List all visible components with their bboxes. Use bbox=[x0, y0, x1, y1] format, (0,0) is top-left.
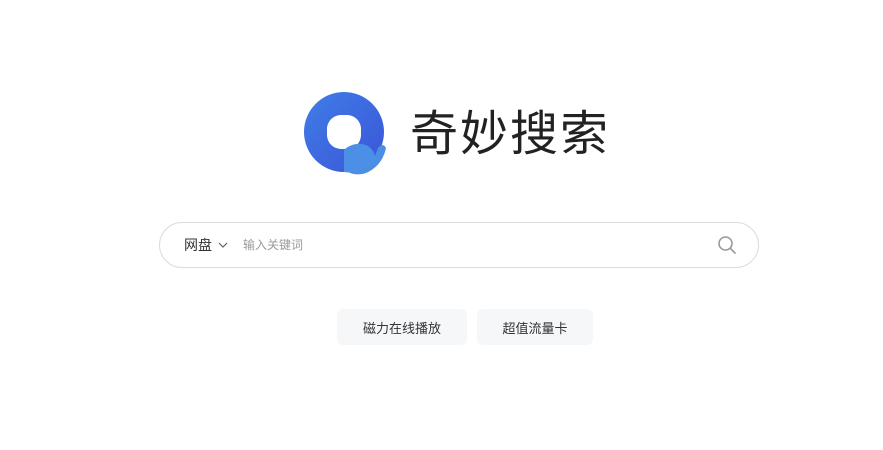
logo: 奇妙搜索 bbox=[304, 92, 610, 176]
site-title: 奇妙搜索 bbox=[410, 106, 611, 162]
search-button[interactable] bbox=[716, 234, 738, 256]
q-logo-icon bbox=[304, 92, 386, 175]
quick-links: 磁力在线播放 超值流量卡 bbox=[337, 309, 593, 345]
search-bar: 网盘 bbox=[159, 222, 759, 268]
page: 奇妙搜索 网盘 磁力在线播放 超值流量卡 bbox=[0, 0, 883, 450]
quick-link-magnet-play[interactable]: 磁力在线播放 bbox=[337, 309, 467, 345]
search-icon bbox=[718, 236, 736, 254]
search-scope-dropdown[interactable]: 网盘 bbox=[184, 235, 229, 255]
search-scope-label: 网盘 bbox=[184, 238, 212, 254]
chevron-down-icon bbox=[218, 242, 228, 248]
search-input[interactable] bbox=[241, 229, 716, 261]
quick-link-data-card[interactable]: 超值流量卡 bbox=[477, 309, 593, 345]
